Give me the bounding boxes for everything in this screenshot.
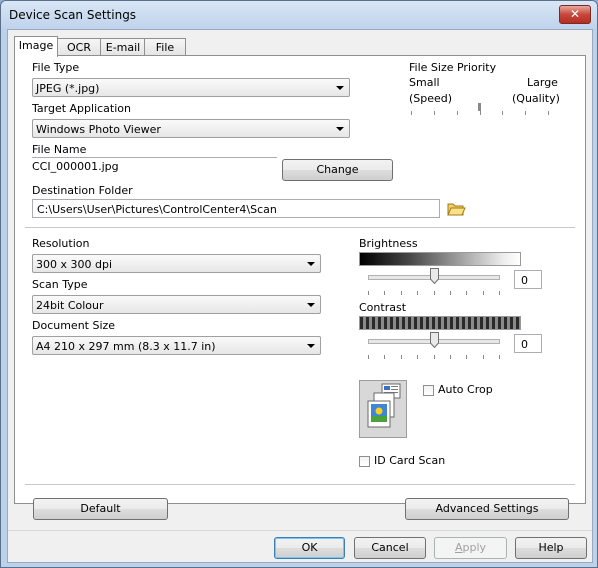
slider-tick xyxy=(434,291,435,295)
contrast-slider-thumb[interactable] xyxy=(430,332,439,349)
resolution-label: Resolution xyxy=(32,237,90,250)
tab-email[interactable]: E-mail xyxy=(100,38,146,56)
brightness-slider-ticks xyxy=(368,291,500,295)
slider-tick xyxy=(368,355,369,359)
tab-ocr[interactable]: OCR xyxy=(56,38,102,56)
tab-file[interactable]: File xyxy=(144,38,186,56)
slider-tick xyxy=(457,111,458,115)
ok-button[interactable]: OK xyxy=(274,537,345,559)
photo-cards-icon xyxy=(367,383,401,428)
slider-tick xyxy=(466,355,467,359)
dialog-client-area: Image OCR E-mail File File Type JPEG (*.… xyxy=(7,29,593,563)
change-button[interactable]: Change xyxy=(282,159,393,181)
window-title: Device Scan Settings xyxy=(9,8,137,22)
close-button[interactable]: ✕ xyxy=(559,5,591,24)
device-scan-settings-window: Device Scan Settings ✕ Image OCR E-mail … xyxy=(0,0,598,568)
file-name-value: CCI_000001.jpg xyxy=(32,160,119,173)
file-type-label: File Type xyxy=(32,61,80,74)
destination-folder-value: C:\Users\User\Pictures\ControlCenter4\Sc… xyxy=(37,203,277,216)
resolution-value: 300 x 300 dpi xyxy=(36,258,113,271)
document-size-dropdown[interactable]: A4 210 x 297 mm (8.3 x 11.7 in) xyxy=(32,336,321,355)
title-bar[interactable]: Device Scan Settings ✕ xyxy=(1,1,597,29)
file-size-quality-label: (Quality) xyxy=(512,92,560,105)
slider-tick xyxy=(417,291,418,295)
slider-tick xyxy=(499,355,500,359)
file-size-small-label: Small xyxy=(409,76,440,89)
slider-tick xyxy=(368,291,369,295)
apply-button[interactable]: Apply xyxy=(434,537,507,559)
brightness-label: Brightness xyxy=(359,237,418,250)
slider-tick xyxy=(411,111,412,115)
target-application-label: Target Application xyxy=(32,102,131,115)
slider-tick xyxy=(548,111,549,115)
file-size-large-label: Large xyxy=(527,76,558,89)
target-application-dropdown[interactable]: Windows Photo Viewer xyxy=(32,119,350,138)
bottom-divider xyxy=(25,484,575,485)
auto-crop-illustration xyxy=(359,380,407,438)
document-size-value: A4 210 x 297 mm (8.3 x 11.7 in) xyxy=(36,340,216,353)
image-tab-panel: File Type JPEG (*.jpg) Target Applicatio… xyxy=(14,55,586,504)
slider-tick xyxy=(384,355,385,359)
destination-folder-field[interactable]: C:\Users\User\Pictures\ControlCenter4\Sc… xyxy=(32,199,440,218)
auto-crop-label: Auto Crop xyxy=(438,383,493,396)
help-button[interactable]: Help xyxy=(515,537,587,559)
auto-crop-checkbox[interactable] xyxy=(423,385,434,396)
chevron-down-icon xyxy=(307,303,315,307)
chevron-down-icon xyxy=(336,127,344,131)
slider-tick xyxy=(483,355,484,359)
document-size-label: Document Size xyxy=(32,319,116,332)
file-size-speed-label: (Speed) xyxy=(409,92,453,105)
file-type-dropdown[interactable]: JPEG (*.jpg) xyxy=(32,78,350,97)
chevron-down-icon xyxy=(307,262,315,266)
scan-type-label: Scan Type xyxy=(32,278,88,291)
chevron-down-icon xyxy=(336,86,344,90)
contrast-value-field[interactable]: 0 xyxy=(514,334,542,353)
slider-tick xyxy=(499,291,500,295)
destination-folder-label: Destination Folder xyxy=(32,184,133,197)
slider-tick xyxy=(434,111,435,115)
slider-tick xyxy=(450,355,451,359)
slider-tick xyxy=(417,355,418,359)
dialog-button-divider xyxy=(8,530,592,531)
file-name-field[interactable]: CCI_000001.jpg xyxy=(32,157,277,178)
default-button[interactable]: Default xyxy=(33,498,168,520)
contrast-value: 0 xyxy=(521,338,528,351)
slider-tick xyxy=(434,355,435,359)
contrast-label: Contrast xyxy=(359,301,407,314)
target-application-value: Windows Photo Viewer xyxy=(36,123,161,136)
slider-tick xyxy=(401,355,402,359)
file-size-priority-thumb[interactable] xyxy=(478,103,481,111)
file-name-label: File Name xyxy=(32,143,87,156)
brightness-slider-thumb[interactable] xyxy=(430,268,439,285)
contrast-slider-ticks xyxy=(368,355,500,359)
slider-tick xyxy=(483,291,484,295)
id-card-scan-label: ID Card Scan xyxy=(374,454,446,467)
section-divider xyxy=(25,227,575,228)
file-size-priority-slider[interactable] xyxy=(411,111,549,115)
slider-tick xyxy=(401,291,402,295)
id-card-scan-checkbox[interactable] xyxy=(359,456,370,467)
slider-tick xyxy=(450,291,451,295)
folder-browse-icon[interactable] xyxy=(445,199,467,218)
resolution-dropdown[interactable]: 300 x 300 dpi xyxy=(32,254,321,273)
slider-tick xyxy=(525,111,526,115)
file-size-priority-label: File Size Priority xyxy=(409,61,497,74)
slider-tick xyxy=(480,111,481,115)
tab-image[interactable]: Image xyxy=(14,36,58,57)
slider-tick xyxy=(466,291,467,295)
cancel-button[interactable]: Cancel xyxy=(354,537,426,559)
file-type-value: JPEG (*.jpg) xyxy=(36,82,100,95)
advanced-settings-button[interactable]: Advanced Settings xyxy=(405,498,569,520)
brightness-value: 0 xyxy=(521,274,528,287)
chevron-down-icon xyxy=(307,344,315,348)
scan-type-dropdown[interactable]: 24bit Colour xyxy=(32,295,321,314)
brightness-gradient-bar xyxy=(359,252,521,266)
slider-tick xyxy=(384,291,385,295)
contrast-pattern-bar xyxy=(359,316,521,330)
scan-type-value: 24bit Colour xyxy=(36,299,104,312)
slider-tick xyxy=(502,111,503,115)
brightness-value-field[interactable]: 0 xyxy=(514,270,542,289)
